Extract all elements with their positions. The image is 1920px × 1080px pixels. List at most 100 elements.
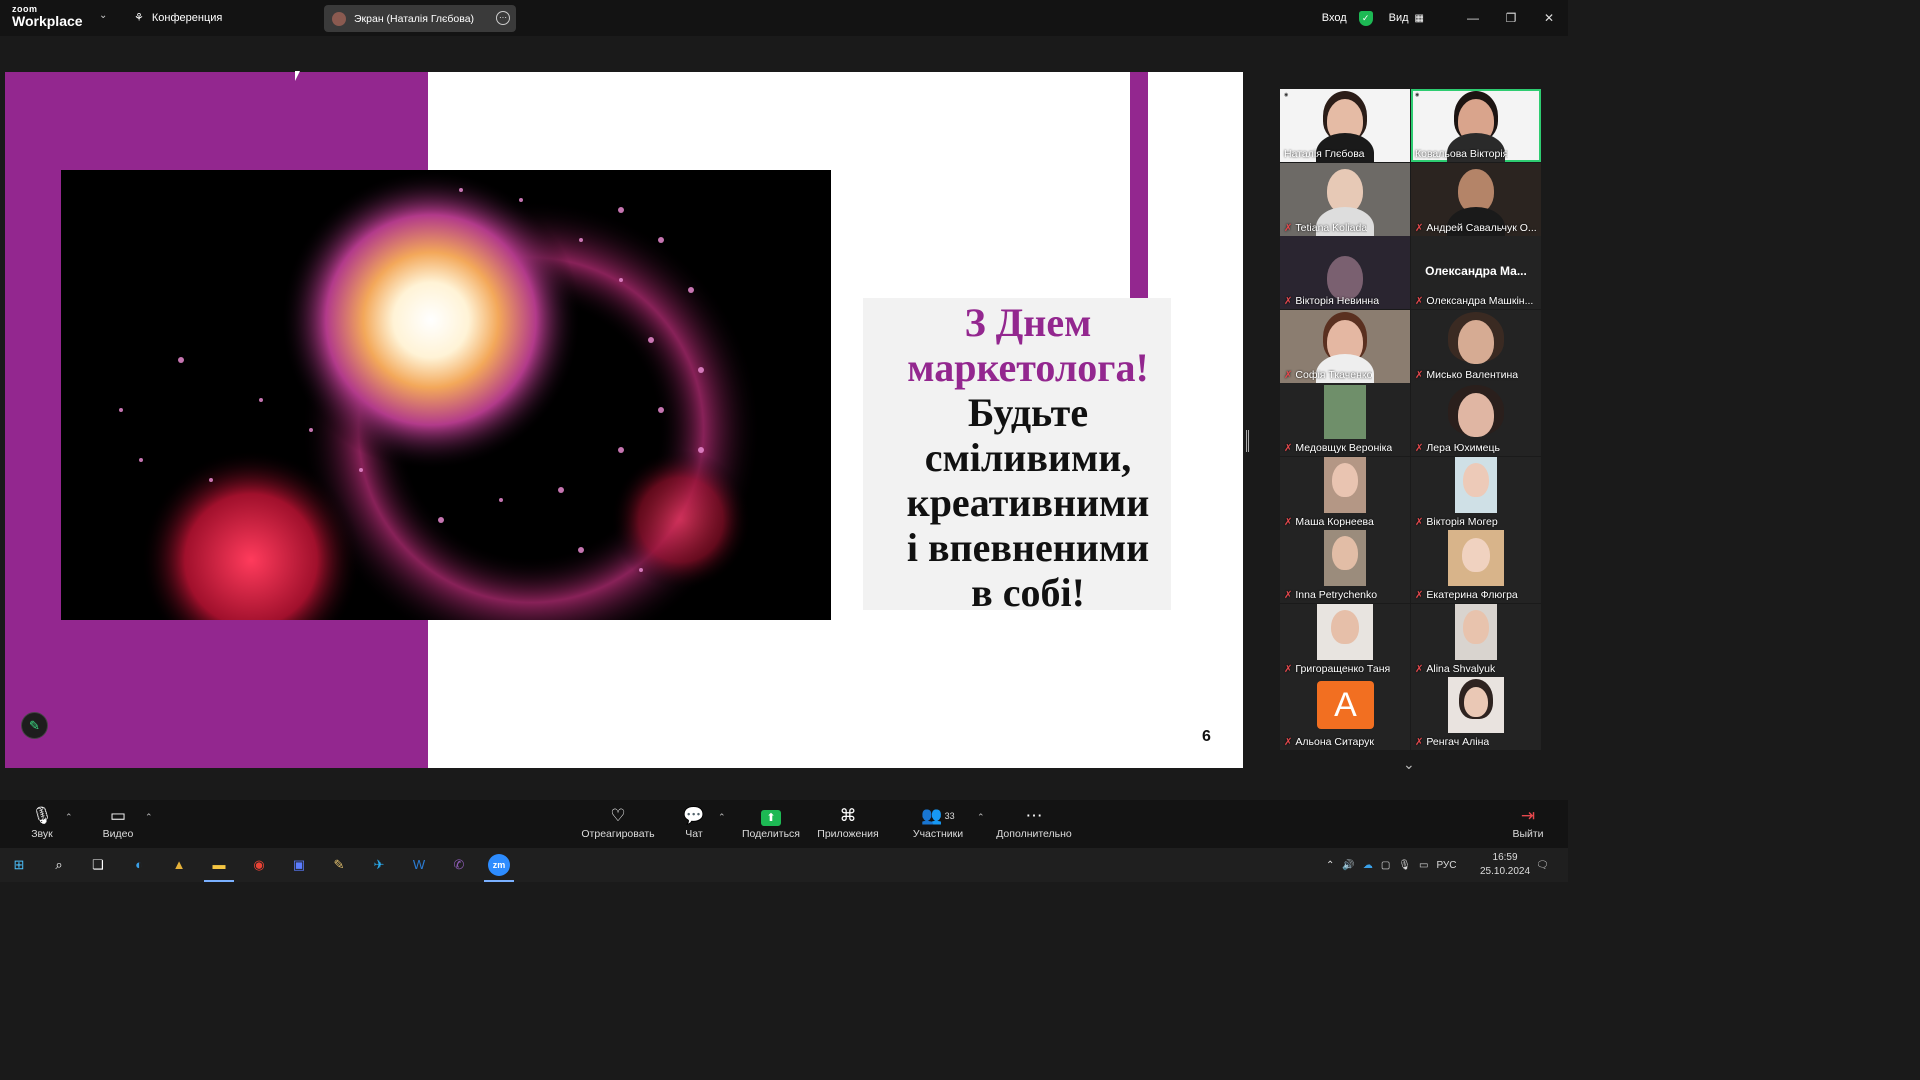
participant-name: Екатерина Флюгра — [1426, 589, 1518, 601]
meeting-info-button[interactable]: ⚘ Конференция — [134, 11, 223, 25]
mic-tray-icon[interactable]: 🎙 — [1398, 860, 1411, 871]
leave-button[interactable]: ⇥ Выйти — [1510, 804, 1546, 840]
more-button[interactable]: ⋯ Дополнительно — [995, 804, 1073, 840]
participant-name: Лера Юхимець — [1426, 442, 1500, 454]
clock[interactable]: 16:59 25.10.2024 — [1480, 851, 1530, 879]
notes-app-icon[interactable]: ✎ — [328, 854, 350, 876]
windows-taskbar: ⊞ ⌕ ❏ ◐ ▲ ▬ ◉ ▣ ✎ ✈ W ✆ zm ⌃ 🔊 ☁ ▢ 🎙 ▭ Р… — [0, 848, 1568, 882]
participant-tile[interactable]: ✗ Григоращенко Таня — [1280, 604, 1410, 677]
participant-name: Маша Корнеева — [1295, 516, 1374, 528]
participant-tile[interactable]: ✗ Андрей Савальчук О... — [1411, 163, 1541, 236]
minimize-button[interactable]: — — [1454, 11, 1492, 25]
mic-muted-icon: ✗ — [1284, 222, 1293, 234]
participants-options-caret-icon[interactable]: ⌃ — [977, 812, 985, 823]
telegram-icon[interactable]: ✈ — [368, 854, 390, 876]
mic-muted-icon: ✗ — [1284, 589, 1293, 601]
chat-button[interactable]: 💬 Чат — [680, 804, 708, 840]
chrome-icon[interactable]: ◉ — [248, 854, 270, 876]
participant-name: Inna Petrychenko — [1295, 589, 1378, 601]
apps-button[interactable]: ⌘ Приложения — [815, 804, 881, 840]
participants-button[interactable]: 👥 33 Участники — [910, 804, 966, 840]
windows-start-icon[interactable]: ⊞ — [8, 854, 30, 876]
audio-options-caret-icon[interactable]: ⌃ — [65, 812, 73, 823]
audio-button[interactable]: 🎙 Звук — [28, 804, 56, 840]
participant-tile-active-speaker[interactable]: ◉ Ковальова Вікторія — [1411, 89, 1541, 162]
participant-tile[interactable]: ✗ Екатерина Флюгра — [1411, 530, 1541, 603]
participant-name: Вікторія Могер — [1426, 516, 1498, 528]
notifications-icon[interactable]: 🗨 — [1536, 848, 1549, 882]
file-explorer-icon[interactable]: ▬ — [208, 854, 230, 876]
apps-icon: ⌘ — [839, 806, 857, 825]
mic-muted-icon: ✗ — [1284, 295, 1293, 307]
video-options-caret-icon[interactable]: ⌃ — [145, 812, 153, 823]
screen-share-label: Экран (Наталія Глєбова) — [354, 12, 475, 25]
mic-muted-icon: ✗ — [1415, 736, 1424, 748]
screen-share-pill[interactable]: Экран (Наталія Глєбова) ··· — [324, 5, 516, 32]
mic-muted-icon: ✗ — [1415, 516, 1424, 528]
word-icon[interactable]: W — [408, 854, 430, 876]
participant-tile[interactable]: ✗ Лера Юхимець — [1411, 383, 1541, 456]
meeting-label: Конференция — [151, 11, 223, 24]
more-options-icon[interactable]: ··· — [496, 11, 510, 25]
participant-tile[interactable]: ✗ Ренгач Аліна — [1411, 677, 1541, 750]
slide-page-number: 6 — [1202, 728, 1211, 745]
close-button[interactable]: ✕ — [1530, 11, 1568, 25]
presenter-avatar — [332, 11, 346, 26]
participant-name: Альона Ситарук — [1295, 736, 1374, 748]
ellipsis-icon: ⋯ — [1025, 806, 1043, 825]
app-icon[interactable]: ▲ — [168, 854, 190, 876]
participant-tile[interactable]: ◉ Наталія Глєбова — [1280, 89, 1410, 162]
participant-tile[interactable]: ✗ Inna Petrychenko — [1280, 530, 1410, 603]
participant-tile[interactable]: ✗ Медовщук Вероніка — [1280, 383, 1410, 456]
exit-icon: ⇥ — [1520, 806, 1536, 825]
participant-tile[interactable]: Олександра Ма... ✗ Олександра Машкін... — [1411, 236, 1541, 309]
annotate-pen-icon[interactable]: ✎ — [21, 712, 48, 739]
participant-tile[interactable]: ✗ Софія Ткаченко — [1280, 310, 1410, 383]
signin-button[interactable]: Вход — [1322, 12, 1347, 24]
participant-tile[interactable]: ✗ Маша Корнеева — [1280, 457, 1410, 530]
speaker-icon[interactable]: 🔊 — [1342, 860, 1354, 871]
chat-bubble-icon: 💬 — [683, 806, 705, 825]
participant-tile[interactable]: A ✗ Альона Ситарук — [1280, 677, 1410, 750]
slide-greeting: З Днем маркетолога! Будьте сміливими, кр… — [906, 300, 1150, 615]
viber-icon[interactable]: ✆ — [448, 854, 470, 876]
participant-tile[interactable]: ✗ Вікторія Невинна — [1280, 236, 1410, 309]
grid-view-icon[interactable]: ▦ — [1415, 13, 1424, 24]
university-logo: ◉ — [1284, 92, 1289, 98]
mic-muted-icon: ✗ — [1284, 663, 1293, 675]
show-hidden-icons-icon[interactable]: ⌃ — [1326, 860, 1334, 871]
participant-tile[interactable]: ✗ Alina Shvalyuk — [1411, 604, 1541, 677]
share-button[interactable]: ⬆ Поделиться — [740, 804, 802, 840]
participant-name: Ренгач Аліна — [1426, 736, 1490, 748]
save-app-icon[interactable]: ▣ — [288, 854, 310, 876]
mouse-cursor — [295, 71, 303, 81]
chevron-down-icon[interactable]: ⌄ — [99, 10, 107, 21]
participant-video — [1327, 256, 1363, 300]
edge-icon[interactable]: ◐ — [128, 854, 150, 876]
gallery-scroll-down-icon[interactable]: ⌄ — [1403, 756, 1415, 773]
camera-icon: ▭ — [109, 806, 127, 825]
zoom-taskbar-icon[interactable]: zm — [488, 854, 510, 876]
meeting-toolbar: 🎙 Звук ⌃ ▭ Видео ⌃ ♡ Отреагировать 💬 Чат… — [0, 800, 1568, 848]
keyboard-language[interactable]: РУС — [1436, 860, 1456, 871]
participant-tile[interactable]: ✗ Вікторія Могер — [1411, 457, 1541, 530]
participant-tile[interactable]: ✗ Мисько Валентина — [1411, 310, 1541, 383]
restore-button[interactable]: ❐ — [1492, 11, 1530, 25]
participant-tile[interactable]: ✗ Tetiana Koliada — [1280, 163, 1410, 236]
view-button[interactable]: Вид — [1389, 12, 1409, 24]
mic-muted-icon: ✗ — [1284, 736, 1293, 748]
security-shield-icon[interactable]: ✓ — [1358, 10, 1373, 26]
react-button[interactable]: ♡ Отреагировать — [580, 804, 656, 840]
participant-name: Медовщук Вероніка — [1295, 442, 1393, 454]
chat-options-caret-icon[interactable]: ⌃ — [718, 812, 726, 823]
search-icon[interactable]: ⌕ — [48, 854, 70, 876]
resize-handle[interactable] — [1246, 430, 1249, 452]
participant-name: Мисько Валентина — [1426, 369, 1519, 381]
task-view-icon[interactable]: ❏ — [87, 854, 109, 876]
video-button[interactable]: ▭ Видео — [100, 804, 136, 840]
university-logo: ◉ — [1415, 92, 1420, 98]
network-icon[interactable]: ▭ — [1419, 860, 1428, 871]
mic-muted-icon: ✗ — [1415, 222, 1424, 234]
device-icon[interactable]: ▢ — [1381, 860, 1390, 871]
onedrive-icon[interactable]: ☁ — [1363, 860, 1373, 871]
